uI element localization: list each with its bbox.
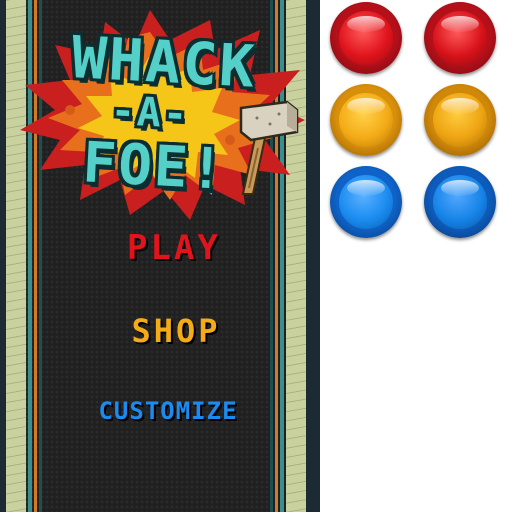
game-logo: WHACK -A- FOE! xyxy=(0,0,320,230)
shop-button[interactable]: SHOP xyxy=(16,312,320,350)
red-arcade-button[interactable] xyxy=(330,2,402,74)
yellow-arcade-button[interactable] xyxy=(330,84,402,156)
yellow-arcade-button[interactable] xyxy=(424,84,496,156)
play-button[interactable]: PLAY xyxy=(14,228,320,268)
game-main-menu-screen: WHACK -A- FOE! PLAY SHOP CUSTOMIZE xyxy=(0,0,320,512)
blue-arcade-button[interactable] xyxy=(424,166,496,238)
customize-button[interactable]: CUSTOMIZE xyxy=(38,397,298,425)
blue-arcade-button[interactable] xyxy=(330,166,402,238)
red-arcade-button[interactable] xyxy=(424,2,496,74)
